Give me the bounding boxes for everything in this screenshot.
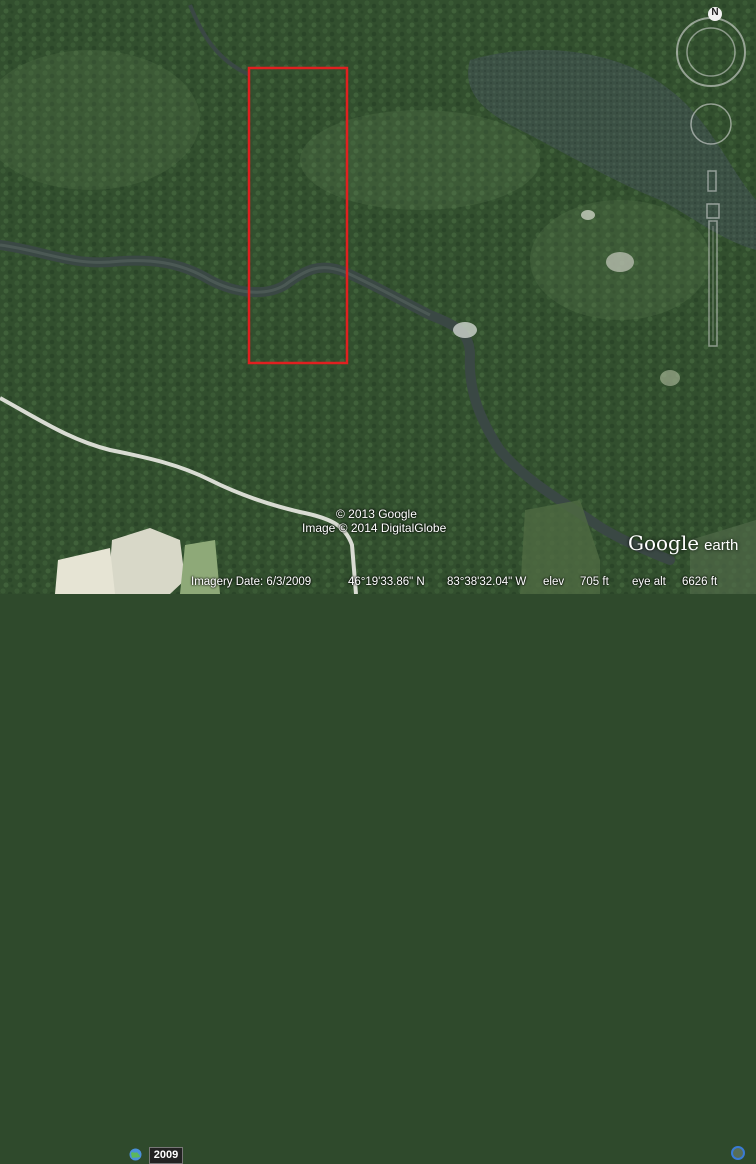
google-earth-logo: Google earth [628, 531, 739, 555]
eye-altitude-value: 6626 ft [682, 576, 718, 588]
status-bar: 2009 Imagery Date: 6/3/2009 46°19'33.86"… [0, 572, 756, 1164]
zoom-slider-icon[interactable] [706, 203, 720, 347]
navigation-controls[interactable]: N [674, 6, 756, 356]
imagery-date: Imagery Date: 6/3/2009 [191, 576, 312, 588]
elevation-value: 705 ft [580, 576, 609, 588]
map-credit-imagery: Image © 2014 DigitalGlobe [302, 521, 447, 535]
eye-altitude-label: eye alt [632, 576, 666, 588]
latitude-readout: 46°19'33.86" N [348, 576, 425, 588]
move-joystick-icon[interactable] [707, 170, 717, 192]
historical-imagery-year-badge[interactable]: 2009 [149, 1147, 183, 1164]
look-joystick-icon[interactable] [690, 103, 732, 145]
longitude-readout: 83°38'32.04" W [447, 576, 527, 588]
satellite-map[interactable] [0, 0, 756, 594]
elevation-label: elev [543, 576, 565, 588]
north-label: N [711, 7, 719, 18]
globe-icon[interactable] [129, 1148, 142, 1161]
compass-icon[interactable] [676, 7, 746, 87]
streaming-status-icon [731, 1146, 745, 1160]
map-credit-google: © 2013 Google [336, 507, 417, 521]
